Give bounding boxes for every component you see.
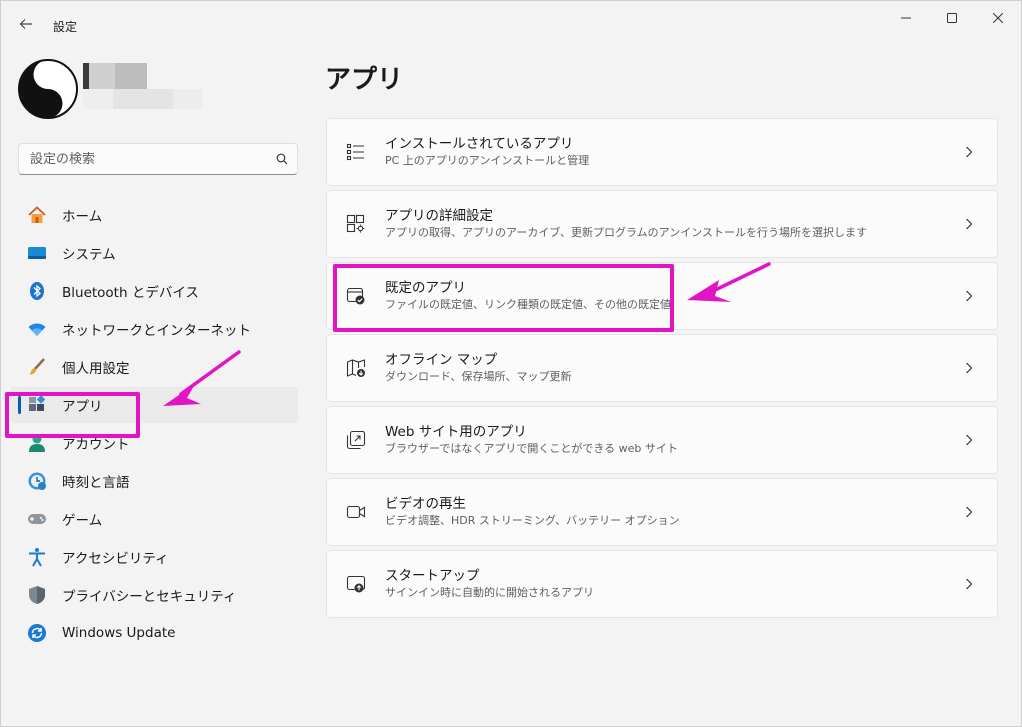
sidebar-item-apps[interactable]: アプリ bbox=[10, 387, 298, 423]
settings-list: インストールされているアプリ PC 上のアプリのアンインストールと管理 アプリの… bbox=[326, 118, 998, 622]
sidebar-item-time-language[interactable]: 時刻と言語 bbox=[10, 463, 298, 499]
card-advanced-app-settings[interactable]: アプリの詳細設定 アプリの取得、アプリのアーカイブ、更新プログラムのアンインスト… bbox=[326, 190, 998, 258]
app-settings-icon bbox=[345, 213, 367, 235]
search-box[interactable] bbox=[18, 143, 298, 175]
back-button[interactable] bbox=[13, 11, 39, 37]
card-title: スタートアップ bbox=[385, 568, 480, 584]
close-button[interactable] bbox=[975, 1, 1021, 35]
map-download-icon bbox=[345, 357, 367, 379]
sidebar-item-network[interactable]: ネットワークとインターネット bbox=[10, 311, 298, 347]
sidebar-nav: ホーム システム Bluetooth とデバイス ネットワークとインターネット … bbox=[1, 195, 307, 653]
sidebar-item-label: プライバシーとセキュリティ bbox=[62, 589, 237, 605]
yin-yang-icon bbox=[18, 59, 78, 119]
open-link-icon bbox=[345, 429, 367, 451]
page-title: アプリ bbox=[325, 65, 404, 95]
card-title: 既定のアプリ bbox=[385, 280, 466, 296]
sidebar-item-label: ゲーム bbox=[62, 513, 103, 529]
bluetooth-icon bbox=[27, 281, 47, 301]
maximize-icon bbox=[947, 13, 957, 23]
sidebar-item-label: アクセシビリティ bbox=[62, 551, 169, 567]
user-email bbox=[83, 89, 223, 109]
sidebar: ホーム システム Bluetooth とデバイス ネ bbox=[1, 45, 307, 726]
sidebar-item-windows-update[interactable]: Windows Update bbox=[10, 615, 298, 651]
card-description: ブラウザーではなくアプリで開くことができる web サイト bbox=[385, 442, 678, 455]
chevron-right-icon bbox=[959, 146, 979, 158]
back-arrow-icon bbox=[19, 19, 32, 29]
sidebar-item-label: Windows Update bbox=[62, 625, 176, 641]
card-description: PC 上のアプリのアンインストールと管理 bbox=[385, 154, 590, 167]
close-icon bbox=[993, 13, 1003, 23]
accessibility-icon bbox=[27, 547, 47, 567]
sidebar-item-system[interactable]: システム bbox=[10, 235, 298, 271]
maximize-button[interactable] bbox=[929, 1, 975, 35]
card-installed-apps[interactable]: インストールされているアプリ PC 上のアプリのアンインストールと管理 bbox=[326, 118, 998, 186]
sidebar-item-label: システム bbox=[62, 247, 116, 263]
account-icon bbox=[27, 433, 47, 453]
card-description: ビデオ調整、HDR ストリーミング、バッテリー オプション bbox=[385, 514, 680, 527]
shield-icon bbox=[27, 585, 47, 605]
card-title: ビデオの再生 bbox=[385, 496, 466, 512]
startup-icon bbox=[345, 573, 367, 595]
home-icon bbox=[27, 205, 47, 225]
chevron-right-icon bbox=[959, 362, 979, 374]
card-title: インストールされているアプリ bbox=[385, 136, 574, 152]
card-startup[interactable]: スタートアップ サインイン時に自動的に開始されるアプリ bbox=[326, 550, 998, 618]
card-video-playback[interactable]: ビデオの再生 ビデオ調整、HDR ストリーミング、バッテリー オプション bbox=[326, 478, 998, 546]
card-description: アプリの取得、アプリのアーカイブ、更新プログラムのアンインストールを行う場所を選… bbox=[385, 226, 868, 239]
sidebar-item-label: アカウント bbox=[62, 437, 130, 453]
sidebar-item-personalization[interactable]: 個人用設定 bbox=[10, 349, 298, 385]
avatar[interactable] bbox=[18, 59, 78, 119]
system-icon bbox=[27, 243, 47, 263]
sidebar-item-privacy[interactable]: プライバシーとセキュリティ bbox=[10, 577, 298, 613]
gamepad-icon bbox=[27, 509, 47, 529]
chevron-right-icon bbox=[959, 578, 979, 590]
wifi-icon bbox=[27, 319, 47, 339]
main-content: アプリ インストールされているアプリ PC 上のアプリのアンインストールと管理 bbox=[307, 45, 1021, 726]
chevron-right-icon bbox=[959, 434, 979, 446]
card-default-apps[interactable]: 既定のアプリ ファイルの既定値、リンク種類の既定値、その他の既定値 bbox=[326, 262, 998, 330]
minimize-button[interactable] bbox=[883, 1, 929, 35]
search-input[interactable] bbox=[19, 151, 267, 167]
search-icon[interactable] bbox=[267, 153, 297, 165]
card-apps-for-websites[interactable]: Web サイト用のアプリ ブラウザーではなくアプリで開くことができる web サ… bbox=[326, 406, 998, 474]
card-title: アプリの詳細設定 bbox=[385, 208, 493, 224]
time-language-icon bbox=[27, 471, 47, 491]
sidebar-item-gaming[interactable]: ゲーム bbox=[10, 501, 298, 537]
chevron-right-icon bbox=[959, 290, 979, 302]
window-title: 設定 bbox=[53, 20, 78, 34]
sidebar-item-label: ホーム bbox=[62, 209, 103, 225]
apps-icon bbox=[27, 395, 47, 415]
card-title: オフライン マップ bbox=[385, 352, 498, 368]
list-icon bbox=[345, 141, 367, 163]
active-indicator bbox=[18, 396, 21, 414]
settings-window: 設定 設定の検索 ホーム システム Bluetooth とデバイス ネットワーク… bbox=[0, 0, 1022, 727]
sidebar-item-accessibility[interactable]: アクセシビリティ bbox=[10, 539, 298, 575]
title-bar: 設定 bbox=[1, 1, 1021, 45]
sidebar-item-label: Bluetooth とデバイス bbox=[62, 285, 199, 301]
user-name bbox=[83, 63, 147, 89]
sidebar-item-bluetooth[interactable]: Bluetooth とデバイス bbox=[10, 273, 298, 309]
window-controls bbox=[883, 1, 1021, 35]
sidebar-item-label: ネットワークとインターネット bbox=[62, 323, 251, 339]
sidebar-item-home[interactable]: ホーム bbox=[10, 197, 298, 233]
card-description: サインイン時に自動的に開始されるアプリ bbox=[385, 586, 594, 599]
sidebar-item-accounts[interactable]: アカウント bbox=[10, 425, 298, 461]
brush-icon bbox=[27, 357, 47, 377]
update-icon bbox=[27, 623, 47, 643]
sidebar-item-label: アプリ bbox=[62, 399, 103, 415]
minimize-icon bbox=[901, 17, 911, 19]
card-title: Web サイト用のアプリ bbox=[385, 424, 527, 440]
card-offline-maps[interactable]: オフライン マップ ダウンロード、保存場所、マップ更新 bbox=[326, 334, 998, 402]
default-apps-icon bbox=[345, 285, 367, 307]
video-icon bbox=[345, 501, 367, 523]
card-description: ダウンロード、保存場所、マップ更新 bbox=[385, 370, 572, 383]
sidebar-item-label: 個人用設定 bbox=[62, 361, 130, 377]
chevron-right-icon bbox=[959, 218, 979, 230]
sidebar-item-label: 時刻と言語 bbox=[62, 475, 130, 491]
card-description: ファイルの既定値、リンク種類の既定値、その他の既定値 bbox=[385, 298, 671, 311]
chevron-right-icon bbox=[959, 506, 979, 518]
